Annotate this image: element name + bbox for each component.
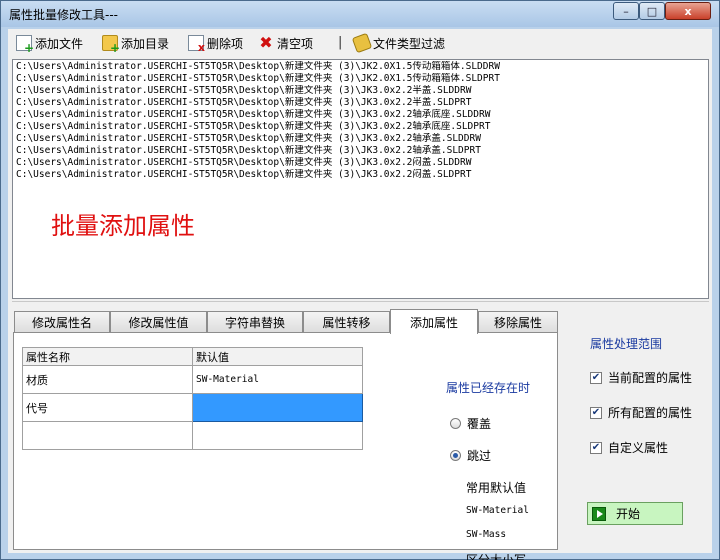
batch-add-attributes-label: 批量添加属性 <box>51 212 195 240</box>
scope-title: 属性处理范围 <box>590 337 663 351</box>
window-title: 属性批量修改工具--- <box>9 8 118 22</box>
all-configs-label: 所有配置的属性 <box>608 406 693 420</box>
default-value-cell[interactable]: SW-Material <box>192 365 363 394</box>
tab-rename-attribute[interactable]: 修改属性名 <box>14 311 110 333</box>
default-value-cell[interactable] <box>192 421 363 450</box>
scope-panel: 属性处理范围 ✔ 当前配置的属性 ✔ 所有配置的属性 ✔ 自定义属性 开始 <box>560 329 710 549</box>
toolbar: 添加文件 添加目录 删除项 ✖ 清空项 | 文件类型过滤 <box>8 29 712 57</box>
table-row <box>22 421 363 450</box>
checkbox-checked-icon: ✔ <box>590 441 602 454</box>
minimize-button[interactable]: – <box>613 2 639 20</box>
attribute-name-cell[interactable]: 代号 <box>22 393 193 422</box>
tab-add-attribute[interactable]: 添加属性 <box>390 309 478 334</box>
list-item[interactable]: C:\Users\Administrator.USERCHI-ST5TQ5R\D… <box>16 61 705 73</box>
current-config-label: 当前配置的属性 <box>608 371 693 385</box>
delete-item-button[interactable]: 删除项 <box>188 34 244 54</box>
checkbox-checked-icon: ✔ <box>590 406 602 419</box>
attribute-name-cell[interactable]: 材质 <box>22 365 193 394</box>
tab-string-replace[interactable]: 字符串替换 <box>207 311 303 333</box>
filter-icon <box>351 32 373 54</box>
existing-attribute-title: 属性已经存在时 <box>446 381 531 395</box>
common-value-link[interactable]: SW-Mass <box>466 529 506 540</box>
list-item[interactable]: C:\Users\Administrator.USERCHI-ST5TQ5R\D… <box>16 121 705 133</box>
add-file-label: 添加文件 <box>35 36 84 51</box>
splitter[interactable] <box>12 301 709 302</box>
radio-unchecked-icon <box>450 418 461 429</box>
folder-add-icon <box>102 35 120 55</box>
overwrite-radio[interactable]: 覆盖 <box>450 415 491 432</box>
file-type-filter-label: 文件类型过滤 <box>373 36 446 51</box>
list-item[interactable]: C:\Users\Administrator.USERCHI-ST5TQ5R\D… <box>16 157 705 169</box>
tab-attribute-transfer[interactable]: 属性转移 <box>303 311 390 333</box>
all-configs-checkbox[interactable]: ✔ 所有配置的属性 <box>590 404 692 421</box>
toolbar-separator: | <box>338 35 343 50</box>
table-row: 材质 SW-Material <box>22 365 363 394</box>
start-label: 开始 <box>616 507 641 521</box>
list-item[interactable]: C:\Users\Administrator.USERCHI-ST5TQ5R\D… <box>16 109 705 121</box>
file-list[interactable]: C:\Users\Administrator.USERCHI-ST5TQ5R\D… <box>12 59 709 299</box>
list-item[interactable]: C:\Users\Administrator.USERCHI-ST5TQ5R\D… <box>16 145 705 157</box>
add-directory-button[interactable]: 添加目录 <box>102 34 170 55</box>
common-value-link[interactable]: SW-Material <box>466 505 529 516</box>
common-values-title: 常用默认值 <box>466 481 527 495</box>
play-icon <box>592 506 606 521</box>
tab-modify-value[interactable]: 修改属性值 <box>110 311 207 333</box>
list-item[interactable]: C:\Users\Administrator.USERCHI-ST5TQ5R\D… <box>16 169 705 181</box>
column-header-default[interactable]: 默认值 <box>192 347 363 366</box>
skip-radio[interactable]: 跳过 <box>450 447 491 464</box>
add-attribute-panel: 属性名称 默认值 材质 SW-Material 代号 属性已经存在时 覆盖 跳过… <box>13 332 558 560</box>
attribute-name-cell[interactable] <box>22 421 193 450</box>
close-button[interactable]: x <box>665 2 711 20</box>
add-directory-label: 添加目录 <box>121 36 170 51</box>
custom-attributes-label: 自定义属性 <box>608 441 669 455</box>
delete-item-label: 删除项 <box>207 36 244 51</box>
list-item[interactable]: C:\Users\Administrator.USERCHI-ST5TQ5R\D… <box>16 73 705 85</box>
radio-checked-icon <box>450 450 461 461</box>
add-file-icon <box>16 35 34 55</box>
checkbox-checked-icon: ✔ <box>590 371 602 384</box>
file-type-filter-button[interactable]: 文件类型过滤 <box>351 32 446 54</box>
column-header-name[interactable]: 属性名称 <box>22 347 193 366</box>
table-row: 代号 <box>22 393 363 422</box>
list-item[interactable]: C:\Users\Administrator.USERCHI-ST5TQ5R\D… <box>16 97 705 109</box>
delete-icon <box>188 35 205 54</box>
title-bar[interactable]: 属性批量修改工具--- – □ x <box>1 1 719 27</box>
tab-remove-attribute[interactable]: 移除属性 <box>478 311 558 333</box>
add-file-button[interactable]: 添加文件 <box>16 34 84 55</box>
skip-label: 跳过 <box>467 449 492 463</box>
overwrite-label: 覆盖 <box>467 417 492 431</box>
case-sensitive-label[interactable]: 区分大小写 <box>466 551 526 560</box>
attribute-grid: 属性名称 默认值 材质 SW-Material 代号 <box>22 347 363 450</box>
list-item[interactable]: C:\Users\Administrator.USERCHI-ST5TQ5R\D… <box>16 85 705 97</box>
default-value-cell-selected[interactable] <box>192 393 363 422</box>
clear-items-label: 清空项 <box>277 36 314 51</box>
start-button[interactable]: 开始 <box>587 502 683 525</box>
app-window: 属性批量修改工具--- – □ x 添加文件 添加目录 删除项 ✖ 清空项 | <box>0 0 720 560</box>
list-item[interactable]: C:\Users\Administrator.USERCHI-ST5TQ5R\D… <box>16 133 705 145</box>
current-config-checkbox[interactable]: ✔ 当前配置的属性 <box>590 369 692 386</box>
clear-items-button[interactable]: ✖ 清空项 <box>258 34 313 52</box>
clear-x-icon: ✖ <box>259 33 273 52</box>
custom-attributes-checkbox[interactable]: ✔ 自定义属性 <box>590 439 668 456</box>
client-area: 添加文件 添加目录 删除项 ✖ 清空项 | 文件类型过滤 C:\Users\Ad… <box>8 29 712 560</box>
maximize-button[interactable]: □ <box>639 2 665 20</box>
